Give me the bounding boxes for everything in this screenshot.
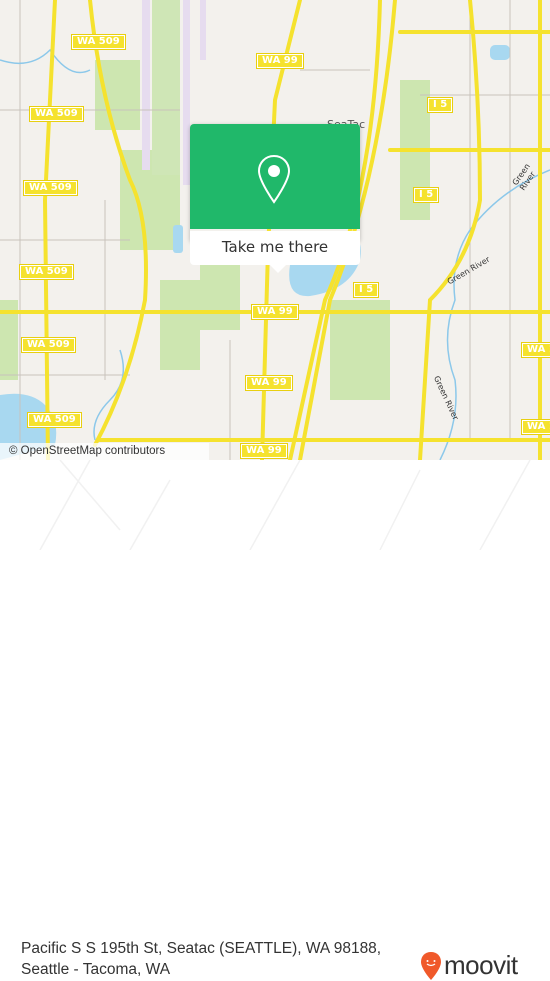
lake (173, 225, 183, 253)
runway (142, 0, 150, 170)
highway-shield-wa509: WA 509 (29, 106, 84, 122)
map-attribution[interactable]: © OpenStreetMap contributors (0, 443, 209, 460)
destination-popup: Take me there (190, 124, 360, 273)
popup-pointer (270, 265, 286, 273)
highway-shield-wa509: WA 509 (27, 412, 82, 428)
map[interactable]: WA 509 WA 509 WA 509 WA 509 WA 509 WA 50… (0, 0, 550, 460)
pond (490, 45, 510, 60)
moovit-pin-icon (421, 951, 441, 980)
address-text: Pacific S S 195th St, Seatac (SEATTLE), … (21, 940, 382, 978)
highway-shield-wa509: WA 509 (23, 180, 78, 196)
footer: Pacific S S 195th St, Seatac (SEATTLE), … (0, 460, 550, 980)
highway-shield-i5: I 5 (426, 97, 454, 113)
footer-pattern (39, 460, 531, 550)
highway-shield-wa1: WA 1 (521, 419, 550, 435)
highway-shield-wa99: WA 99 (251, 304, 299, 320)
highway-shield-wa99: WA 99 (245, 375, 293, 391)
highway-shield-wa1: WA 1 (521, 342, 550, 358)
highway-shield-wa99: WA 99 (256, 53, 304, 69)
runway (200, 0, 206, 60)
highway-shield-wa99: WA 99 (240, 443, 288, 459)
highway-shield-wa509: WA 509 (21, 337, 76, 353)
moovit-logo[interactable]: moovit (420, 950, 518, 981)
highway-shield-wa509: WA 509 (71, 34, 126, 50)
highway-shield-i5: I 5 (352, 282, 380, 298)
highway-shield-i5: I 5 (412, 187, 440, 203)
road (418, 0, 483, 460)
park-area (160, 280, 200, 370)
location-pin-icon (257, 154, 291, 204)
park-area (330, 300, 390, 400)
road-wa509 (42, 0, 57, 460)
runway (183, 0, 190, 185)
popup-header (190, 124, 360, 229)
brand-name: moovit (444, 950, 518, 980)
take-me-there-button[interactable]: Take me there (190, 231, 360, 265)
highway-shield-wa509: WA 509 (19, 264, 74, 280)
